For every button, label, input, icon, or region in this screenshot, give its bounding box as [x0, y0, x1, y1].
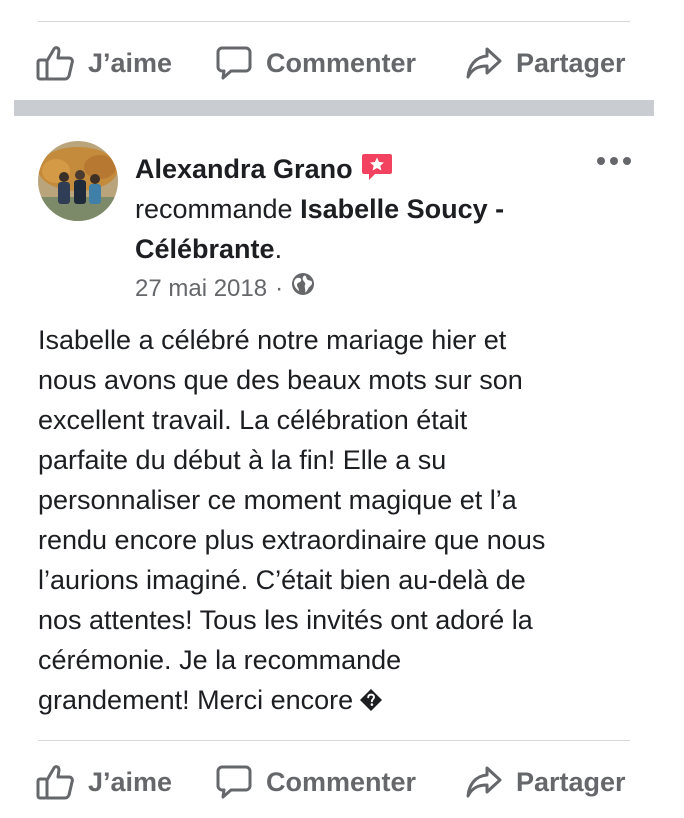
- section-separator: [14, 100, 654, 116]
- divider: [38, 740, 630, 741]
- like-label: J’aime: [88, 766, 173, 797]
- like-button[interactable]: J’aime: [36, 764, 172, 800]
- top-action-bar: J’aime Commenter Partager: [0, 33, 684, 93]
- post-body-line: nous avons que des beaux mots sur son: [38, 365, 523, 395]
- more-options-icon[interactable]: [596, 154, 632, 168]
- comment-button[interactable]: Commenter: [216, 764, 416, 800]
- post-header-line-3: Célébrante.: [135, 229, 282, 269]
- post-meta: 27 mai 2018 ·: [135, 272, 315, 305]
- recommends-text: recommande: [135, 194, 293, 224]
- post-feed: J’aime Commenter Partager Alexandra Gran…: [0, 0, 684, 818]
- page-name-part2[interactable]: Célébrante: [135, 234, 275, 264]
- post-body-line: excellent travail. La célébration était: [38, 405, 468, 435]
- page-name-suffix: .: [274, 234, 283, 264]
- page-name-part1[interactable]: Isabelle Soucy -: [300, 194, 504, 224]
- post-body-line: rendu encore plus extraordinaire que nou…: [38, 525, 546, 555]
- post-body-line: Isabelle a célébré notre mariage hier et: [38, 325, 507, 355]
- comment-bubble-icon: [216, 45, 252, 81]
- comment-bubble-icon: [216, 764, 252, 800]
- post-header-line-2: recommande Isabelle Soucy -: [135, 189, 504, 229]
- bottom-action-bar: J’aime Commenter Partager: [0, 752, 684, 812]
- unknown-character-icon: [359, 683, 383, 723]
- meta-separator: ·: [275, 274, 284, 302]
- share-arrow-icon: [466, 46, 502, 80]
- post-body-line: nos attentes! Tous les invités ont adoré…: [38, 605, 533, 635]
- post-body: Isabelle a célébré notre mariage hier et…: [38, 320, 638, 723]
- post-body-line: grandement! Merci encore: [38, 685, 354, 715]
- thumbs-up-icon: [36, 45, 74, 81]
- share-button[interactable]: Partager: [466, 46, 626, 80]
- comment-button[interactable]: Commenter: [216, 45, 416, 81]
- avatar[interactable]: [38, 141, 118, 221]
- post-body-line: parfaite du début à la fin! Elle a su: [38, 445, 447, 475]
- comment-label: Commenter: [266, 766, 417, 797]
- share-arrow-icon: [466, 765, 502, 799]
- post-body-last-line: grandement! Merci encore: [38, 680, 638, 723]
- share-button[interactable]: Partager: [466, 765, 626, 799]
- share-label: Partager: [516, 47, 626, 78]
- post-body-line: cérémonie. Je la recommande: [38, 645, 402, 675]
- author-name[interactable]: Alexandra Grano: [135, 154, 353, 184]
- post-body-line: l’aurions imaginé. C’était bien au-delà …: [38, 565, 526, 595]
- star-badge-icon: [361, 152, 393, 193]
- divider: [38, 21, 630, 22]
- like-label: J’aime: [88, 47, 173, 78]
- post-date[interactable]: 27 mai 2018: [135, 273, 267, 305]
- post-header-line-1: Alexandra Grano: [135, 149, 393, 193]
- thumbs-up-icon: [36, 764, 74, 800]
- globe-icon[interactable]: [291, 272, 315, 305]
- share-label: Partager: [516, 766, 626, 797]
- like-button[interactable]: J’aime: [36, 45, 172, 81]
- post-body-line: personnaliser ce moment magique et l’a: [38, 485, 517, 515]
- comment-label: Commenter: [266, 47, 417, 78]
